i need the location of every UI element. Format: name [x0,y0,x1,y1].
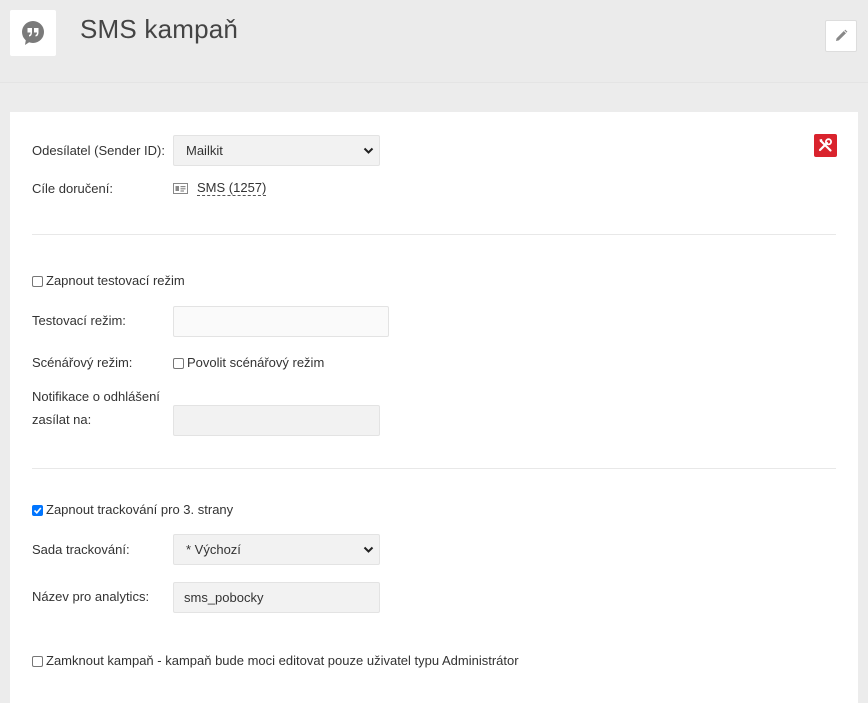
scenario-mode-checkbox[interactable] [173,357,184,369]
scenario-mode-checkbox-label: Povolit scénářový režim [187,355,325,370]
lock-campaign-checkbox[interactable] [32,655,43,667]
tracking-set-label: Sada trackování: [32,542,130,557]
check-icon [33,506,42,514]
tracking-toggle-label: Zapnout trackování pro 3. strany [46,502,234,517]
tracking-set-select[interactable]: * Výchozí [173,534,380,565]
chevron-down-icon [363,147,374,154]
tools-icon [818,138,832,152]
unsubscribe-notify-input[interactable] [173,405,380,436]
test-mode-input[interactable] [173,306,389,337]
unsubscribe-notify-label-line2: zasílat na: [32,412,92,427]
quote-bubble-icon [22,21,44,45]
tools-button[interactable] [814,134,837,157]
tracking-set-value: * Výchozí [186,542,241,557]
scenario-mode-row: Povolit scénářový režim [173,354,324,372]
sender-label: Odesílatel (Sender ID): [32,143,165,158]
app-icon-tile [10,10,56,56]
pencil-icon [836,29,848,41]
test-mode-checkbox[interactable] [32,275,43,287]
targets-link-wrap: SMS (1257) [173,180,267,196]
page-title: SMS kampaň [80,14,239,44]
scenario-mode-label: Scénářový režim: [32,355,133,370]
lock-campaign-row: Zamknout kampaň - kampaň bude moci edito… [32,652,519,670]
chevron-down-icon [363,546,374,553]
test-mode-toggle-label: Zapnout testovací režim [46,273,185,288]
sender-value: Mailkit [186,143,223,158]
unsubscribe-notify-label-line1: Notifikace o odhlášení [32,389,160,404]
targets-link[interactable]: SMS (1257) [197,180,267,196]
lock-campaign-label: Zamknout kampaň - kampaň bude moci edito… [46,653,519,668]
targets-label: Cíle doručení: [32,181,113,196]
sender-select[interactable]: Mailkit [173,135,380,166]
tracking-toggle-row: Zapnout trackování pro 3. strany [32,501,233,519]
contact-card-icon [173,182,188,194]
test-mode-toggle-row: Zapnout testovací režim [32,272,185,290]
analytics-name-input[interactable]: sms_pobocky [173,582,380,613]
page-header: SMS kampaň [0,0,868,83]
campaign-settings-card: Odesílatel (Sender ID): Mailkit Cíle dor… [10,112,858,703]
section-divider [32,468,836,469]
section-divider [32,234,836,235]
analytics-name-label: Název pro analytics: [32,589,150,604]
edit-button[interactable] [825,20,857,52]
test-mode-label: Testovací režim: [32,313,126,328]
tracking-checkbox[interactable] [32,504,43,516]
